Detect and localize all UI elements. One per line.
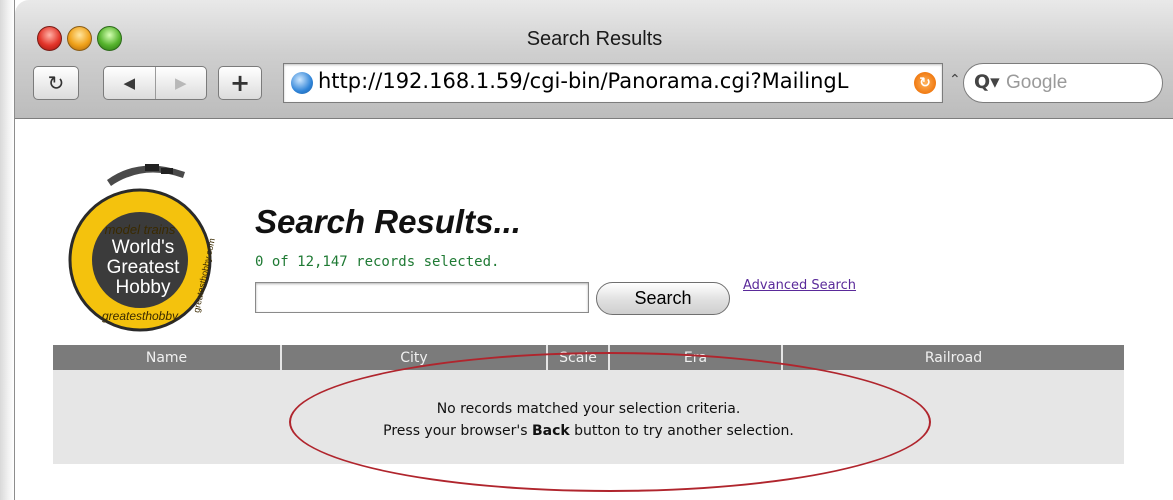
table-header: Name City Scale Era Railroad	[53, 345, 1124, 370]
window-title: Search Results	[526, 28, 663, 50]
plus-icon: +	[229, 69, 251, 97]
address-dropdown-caret-icon[interactable]: ⌃	[949, 72, 961, 88]
column-header-city[interactable]: City	[282, 345, 548, 370]
google-search-field[interactable]: Q▾ Google	[963, 63, 1163, 103]
record-count: 0 of 12,147 records selected.	[255, 254, 500, 270]
search-button[interactable]: Search	[596, 282, 730, 315]
logo-text-line-1: World's	[112, 237, 174, 258]
rss-icon[interactable]: ↻	[914, 72, 936, 94]
search-engine-menu-icon[interactable]: Q▾	[974, 71, 1000, 93]
page-title: Search Results...	[255, 203, 521, 240]
forward-arrow-icon: ▶	[174, 74, 187, 92]
add-bookmark-button[interactable]: +	[218, 66, 262, 100]
address-url[interactable]: http://192.168.1.59/cgi-bin/Panorama.cgi…	[318, 69, 898, 93]
column-header-scale[interactable]: Scale	[548, 345, 610, 370]
column-header-name[interactable]: Name	[53, 345, 282, 370]
google-search-placeholder: Google	[1006, 72, 1068, 93]
browser-toolbar: Search Results ↻ ◀ ▶ + http://192.168.1.…	[15, 0, 1173, 119]
logo-text-line-2: Greatest	[107, 257, 181, 278]
instruction-text-end: button to try another selection.	[569, 423, 794, 439]
column-header-era[interactable]: Era	[610, 345, 783, 370]
instruction-text-start: Press your browser's	[383, 423, 532, 439]
reload-button[interactable]: ↻	[33, 66, 79, 100]
back-arrow-icon: ◀	[123, 74, 136, 92]
advanced-search-link[interactable]: Advanced Search	[743, 278, 856, 293]
logo-text-line-3: Hobby	[116, 277, 171, 298]
browser-window: Search Results ↻ ◀ ▶ + http://192.168.1.…	[14, 0, 1173, 500]
address-bar[interactable]: http://192.168.1.59/cgi-bin/Panorama.cgi…	[283, 63, 943, 103]
window-left-edge	[0, 0, 14, 500]
globe-icon	[291, 72, 313, 94]
back-button[interactable]: ◀	[104, 67, 156, 99]
instruction-text-back: Back	[531, 423, 570, 439]
logo-bottom-text: greatesthobby	[102, 309, 179, 323]
column-header-railroad[interactable]: Railroad	[783, 345, 1124, 370]
back-forward-control: ◀ ▶	[103, 66, 207, 100]
no-records-message: No records matched your selection criter…	[436, 401, 741, 417]
reload-icon: ↻	[47, 71, 65, 95]
logo-top-text: model trains	[105, 222, 176, 237]
worlds-greatest-hobby-logo: model trains World's Greatest Hobby grea…	[68, 164, 217, 332]
forward-button[interactable]: ▶	[156, 67, 207, 99]
search-input[interactable]	[255, 282, 589, 313]
back-instruction-message: Press your browser's Back button to try …	[53, 423, 1124, 439]
